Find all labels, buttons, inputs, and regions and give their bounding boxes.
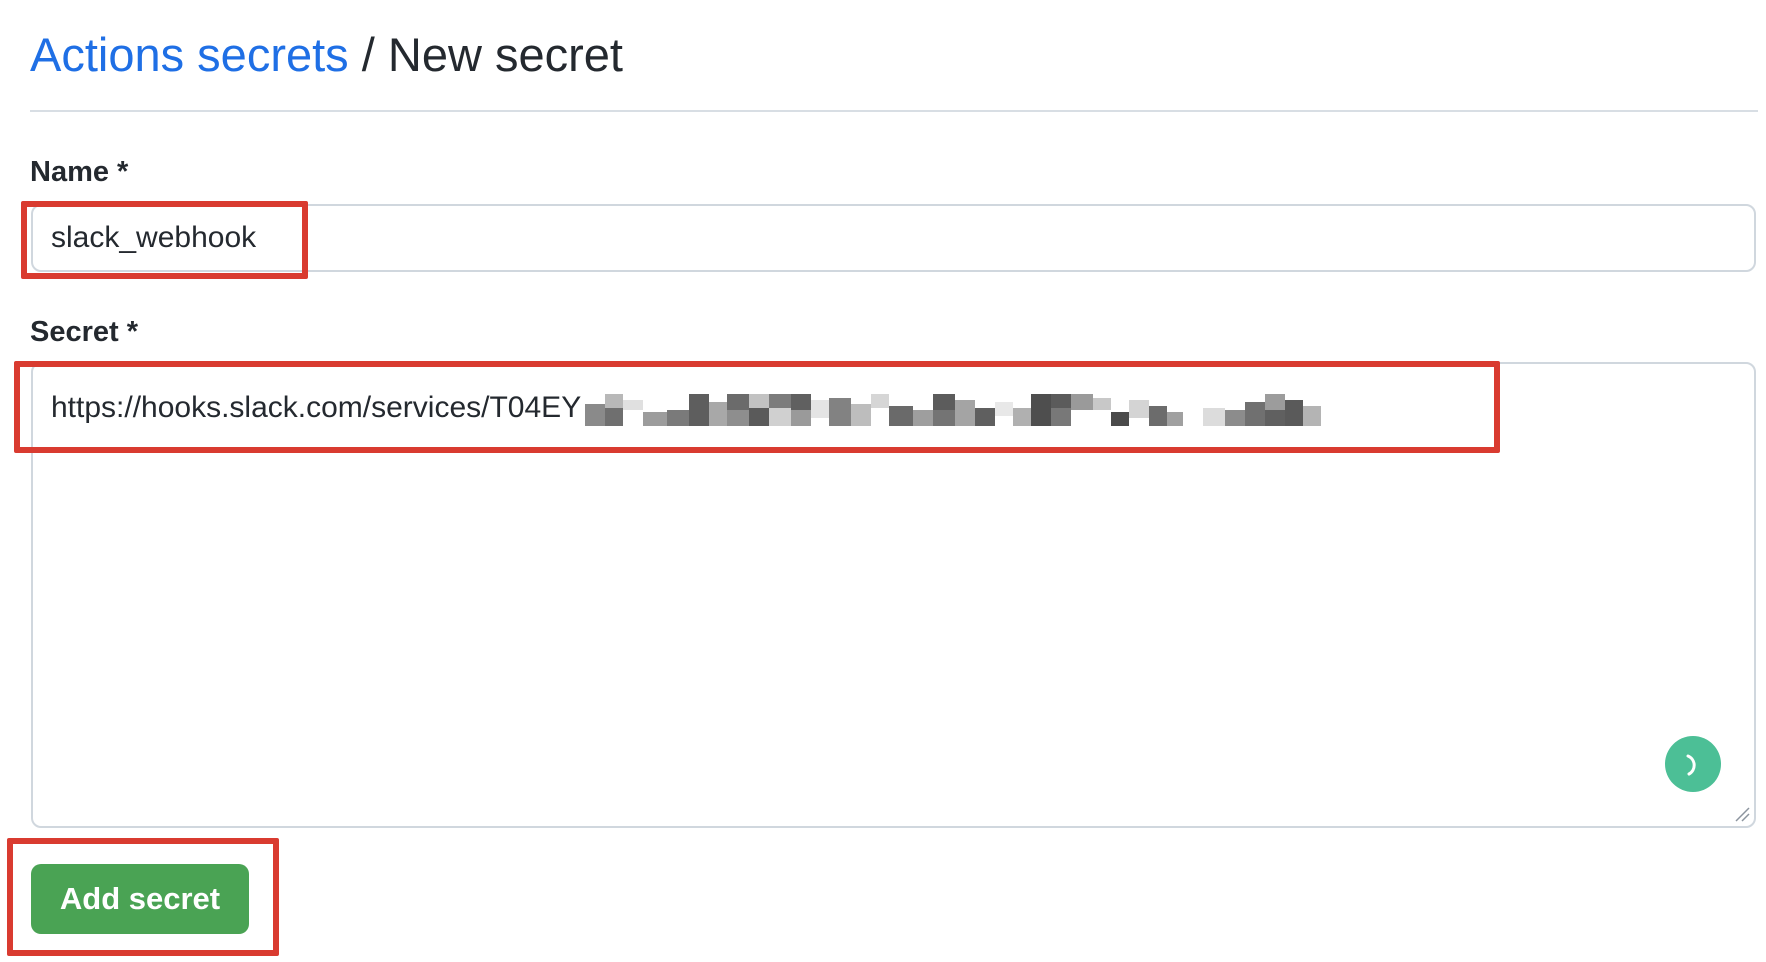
name-input[interactable] bbox=[31, 204, 1756, 272]
secret-textarea[interactable]: https://hooks.slack.com/services/T04EY bbox=[31, 362, 1756, 828]
breadcrumb-separator: / bbox=[361, 28, 375, 81]
secret-label: Secret * bbox=[30, 316, 139, 348]
secret-value-visible: https://hooks.slack.com/services/T04EY bbox=[51, 391, 582, 424]
resize-handle-icon[interactable] bbox=[1734, 806, 1750, 822]
breadcrumb-actions-secrets-link[interactable]: Actions secrets bbox=[30, 28, 349, 81]
secret-value: https://hooks.slack.com/services/T04EY bbox=[51, 388, 1419, 428]
redacted-pixelation bbox=[583, 392, 1419, 427]
add-secret-button[interactable]: Add secret bbox=[31, 864, 249, 934]
page-title: Actions secrets / New secret bbox=[30, 20, 623, 90]
name-label: Name * bbox=[30, 156, 129, 188]
breadcrumb-current: New secret bbox=[387, 28, 623, 81]
loading-spinner-icon[interactable] bbox=[1665, 736, 1721, 792]
header-divider bbox=[30, 110, 1758, 112]
